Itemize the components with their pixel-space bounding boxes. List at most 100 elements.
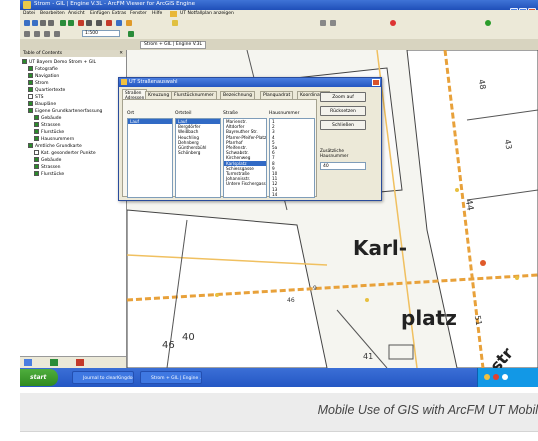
tab-strassen[interactable]: Straßen Adressen xyxy=(122,89,148,100)
map-number: 51 xyxy=(472,314,484,327)
menu-hilfe[interactable]: Hilfe xyxy=(152,11,162,16)
ort-list[interactable]: Lauf xyxy=(127,118,173,198)
clear-icon[interactable] xyxy=(106,20,112,26)
highlight-icon[interactable] xyxy=(172,20,178,26)
toc-layer[interactable]: Strassen xyxy=(34,122,61,128)
select-icon[interactable] xyxy=(86,20,92,26)
tab-bezeichnung[interactable]: Bezeichnung xyxy=(220,91,255,99)
toc-layer[interactable]: Gebäude xyxy=(34,157,61,163)
menu-einfuegen[interactable]: Einfügen xyxy=(90,11,110,16)
toc-layer[interactable]: Strom xyxy=(28,80,49,86)
ortsteil-list[interactable]: Lauf Bergdörfer Weißbach Heuchling Dehnb… xyxy=(175,118,221,198)
map-document-tab[interactable]: Strom + GIL | Engine V.3L xyxy=(140,41,206,49)
back-icon[interactable] xyxy=(60,20,66,26)
taskbar-item-strom[interactable]: Strom + GIL | Engine ... xyxy=(140,371,202,384)
dialog-close-icon[interactable] xyxy=(372,79,380,86)
selection-tab-icon[interactable] xyxy=(76,359,84,366)
measure-icon[interactable] xyxy=(96,20,102,26)
scale-box[interactable]: 1:500 xyxy=(82,30,120,37)
toc-title: Table of Contents xyxy=(23,51,63,56)
map-number: 41 xyxy=(363,352,374,361)
toc-close-icon[interactable]: ✕ xyxy=(119,51,123,57)
toc-layer[interactable]: STS xyxy=(28,94,43,100)
street-search-dialog: UT Straßenauswahl Straßen Adressen Kreuzu… xyxy=(118,77,382,201)
menu-datei[interactable]: Datei xyxy=(23,11,35,16)
dialog-icon xyxy=(121,79,127,85)
identify-icon[interactable] xyxy=(78,20,84,26)
map-label-karl: Karl- xyxy=(353,236,408,260)
strasse-list[interactable]: Marienstr. Altdorfer Bayreuther Str. Pfa… xyxy=(223,118,267,198)
layer-icon[interactable] xyxy=(24,31,30,37)
toc-layer[interactable]: Strassen xyxy=(34,164,61,170)
toc-layer[interactable]: Fotografie xyxy=(28,66,58,72)
dialog-titlebar[interactable]: UT Straßenauswahl xyxy=(119,78,381,87)
doc-tab-strip: Strom + GIL | Engine V.3L xyxy=(20,39,538,50)
toc-layer[interactable]: Baupläne xyxy=(28,101,56,107)
source-tab-icon[interactable] xyxy=(50,359,58,366)
find-icon[interactable] xyxy=(116,20,122,26)
toc-layer[interactable]: Flurstücke xyxy=(34,129,64,135)
map-number: 9 xyxy=(313,285,317,292)
window-title: Strom - GIL | Engine V.3L - ArcFM Viewer… xyxy=(34,1,195,7)
dialog-title: UT Straßenauswahl xyxy=(129,79,178,85)
app-icon xyxy=(23,1,31,9)
draw-icon[interactable] xyxy=(320,20,326,26)
col-hausnummer: Hausnummer xyxy=(269,111,300,116)
edit-icon[interactable] xyxy=(330,20,336,26)
menu-notfallplan[interactable]: UT Notfallplan anzeigen xyxy=(180,11,234,16)
zoom-button[interactable]: Zoom auf xyxy=(320,92,366,102)
toc-layer[interactable]: Eigene Grundkartenerfassung xyxy=(28,108,102,114)
gps-icon[interactable] xyxy=(485,20,491,26)
zoom-out-icon[interactable] xyxy=(32,20,38,26)
tray-icon[interactable] xyxy=(502,374,508,380)
menu-bearbeiten[interactable]: Bearbeiten xyxy=(40,11,65,16)
full-extent-icon[interactable] xyxy=(48,20,54,26)
map-number: 40 xyxy=(182,332,195,343)
refresh-icon[interactable] xyxy=(126,20,132,26)
tray-icon[interactable] xyxy=(493,374,499,380)
tab-flurstuecknummer[interactable]: Flurstücknummer xyxy=(171,91,217,99)
toc-layer[interactable]: Gebäude xyxy=(34,115,61,121)
menu-fenster[interactable]: Fenster xyxy=(130,11,147,16)
toc-layer[interactable]: Flurstücke xyxy=(34,171,64,177)
sketch-icon[interactable] xyxy=(54,31,60,37)
reset-button[interactable]: Rücksetzen xyxy=(320,106,366,116)
toc-layer[interactable]: Amtliche Grundkarte xyxy=(28,143,82,149)
snap-icon[interactable] xyxy=(44,31,50,37)
tab-kreuzung[interactable]: Kreuzung xyxy=(145,91,173,99)
toc-layer[interactable]: Hausnummern xyxy=(34,136,74,142)
display-tab-icon[interactable] xyxy=(24,359,32,366)
toc-header: Table of Contents ✕ xyxy=(20,50,126,57)
pan-icon[interactable] xyxy=(40,20,46,26)
list-item[interactable]: Untere Fischergasse xyxy=(224,181,266,186)
toc-layer[interactable]: Kat. gesonderter Punkte xyxy=(34,150,96,156)
map-number: 46 xyxy=(162,340,175,351)
start-button[interactable]: start xyxy=(20,369,58,386)
window-titlebar[interactable]: Strom - GIL | Engine V.3L - ArcFM Viewer… xyxy=(20,0,538,16)
map-number: 48 xyxy=(476,78,488,91)
toc-layer[interactable]: UT Bayern Demo Strom + GIL xyxy=(22,59,96,65)
map-tools-icon[interactable] xyxy=(128,31,134,37)
toc-layer[interactable]: Navigation xyxy=(28,73,59,79)
figure-caption: Mobile Use of GIS with ArcFM UT Mobil xyxy=(317,403,538,417)
menu-extras[interactable]: Extras xyxy=(112,11,126,16)
list-item[interactable]: Schönberg xyxy=(176,150,220,155)
map-number: 46 xyxy=(287,297,295,304)
zoom-in-icon[interactable] xyxy=(24,20,30,26)
menu-ansicht[interactable]: Ansicht xyxy=(68,11,85,16)
extra-housenumber-input[interactable]: 40 xyxy=(320,162,366,170)
close-button[interactable]: Schließen xyxy=(320,120,366,130)
hausnummer-list[interactable]: 1 2 3 4 5 5a 6 7 8 9 10 11 12 13 14 15 1… xyxy=(269,118,315,198)
arrow-icon[interactable] xyxy=(34,31,40,37)
list-item[interactable]: 15 xyxy=(270,197,314,198)
tray-icon[interactable] xyxy=(484,374,490,380)
list-item[interactable]: Lauf xyxy=(128,119,172,125)
toc-layer[interactable]: Quartiertexte xyxy=(28,87,65,93)
notfallplan-icon[interactable] xyxy=(170,11,177,17)
record-icon[interactable] xyxy=(390,20,396,26)
screenshot-frame: Strom - GIL | Engine V.3L - ArcFM Viewer… xyxy=(20,0,538,387)
tab-planquadrat[interactable]: Planquadrat xyxy=(260,91,294,99)
forward-icon[interactable] xyxy=(68,20,74,26)
taskbar-item-journal[interactable]: Journal to clearKingdom xyxy=(72,371,134,384)
col-ort: Ort xyxy=(127,111,135,116)
